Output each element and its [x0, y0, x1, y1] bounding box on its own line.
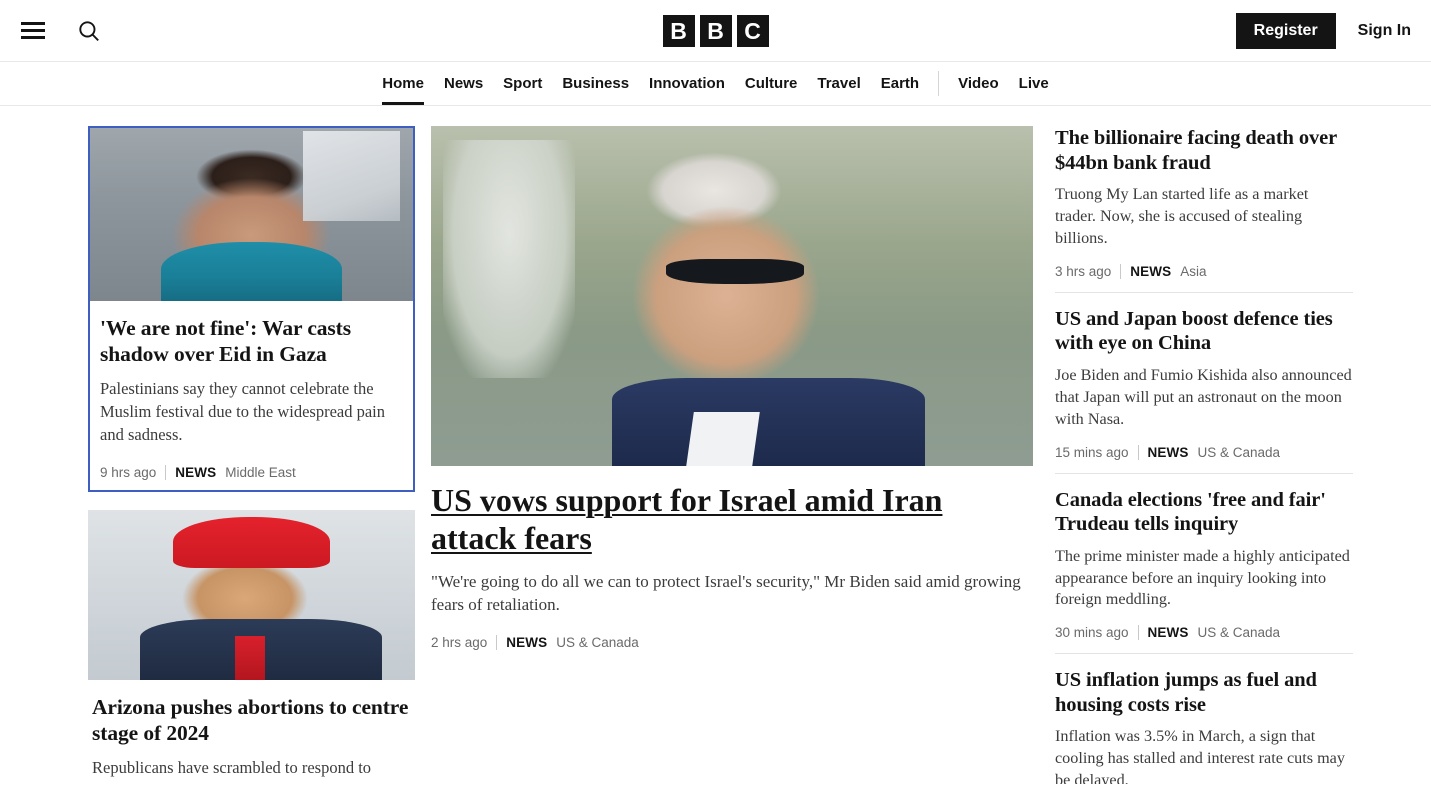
sunglasses-shape: [665, 258, 805, 285]
gaza-card-body: 'We are not fine': War casts shadow over…: [90, 301, 413, 490]
main-story-headline[interactable]: US vows support for Israel amid Iran att…: [431, 482, 1033, 558]
arizona-summary: Republicans have scrambled to respond to…: [92, 758, 396, 784]
shirt-collar-shape: [686, 411, 760, 466]
gaza-brand-label: NEWS: [175, 464, 217, 480]
nav-item-culture[interactable]: Culture: [735, 62, 808, 105]
hamburger-menu-icon[interactable]: [18, 16, 48, 46]
us-japan-metadata: 15 mins ago NEWS US & Canada: [1055, 444, 1353, 460]
billionaire-headline[interactable]: The billionaire facing death over $44bn …: [1055, 126, 1353, 175]
left-story-column: 'We are not fine': War casts shadow over…: [88, 126, 415, 784]
gaza-headline[interactable]: 'We are not fine': War casts shadow over…: [100, 315, 403, 367]
meta-separator: [165, 464, 167, 480]
hamburger-bars: [21, 22, 45, 39]
canada-headline[interactable]: Canada elections 'free and fair' Trudeau…: [1055, 488, 1353, 537]
us-japan-headline[interactable]: US and Japan boost defence ties with eye…: [1055, 307, 1353, 356]
right-story-column: The billionaire facing death over $44bn …: [1049, 126, 1353, 784]
nav-item-home[interactable]: Home: [372, 62, 434, 105]
main-story-brand-label: NEWS: [506, 635, 548, 651]
nav-item-sport[interactable]: Sport: [493, 62, 552, 105]
biden-photo[interactable]: [431, 126, 1033, 466]
canada-section-label: US & Canada: [1197, 625, 1281, 641]
billionaire-timestamp: 3 hrs ago: [1055, 263, 1112, 279]
gaza-photo[interactable]: [90, 128, 413, 301]
nav-divider: [938, 71, 940, 96]
story-item-canada-elections[interactable]: Canada elections 'free and fair' Trudeau…: [1055, 488, 1353, 655]
billionaire-metadata: 3 hrs ago NEWS Asia: [1055, 263, 1353, 279]
gaza-metadata: 9 hrs ago NEWS Middle East: [100, 464, 403, 480]
main-story-timestamp: 2 hrs ago: [431, 635, 488, 651]
meta-separator: [1137, 444, 1139, 460]
bbc-logo[interactable]: B B C: [662, 14, 769, 47]
story-card-arizona[interactable]: Arizona pushes abortions to centre stage…: [88, 509, 415, 784]
primary-navigation: Home News Sport Business Innovation Cult…: [0, 62, 1431, 106]
main-story-summary: "We're going to do all we can to protect…: [431, 571, 1021, 615]
search-icon[interactable]: [74, 16, 104, 46]
nav-item-news[interactable]: News: [434, 62, 493, 105]
main-story-column: US vows support for Israel amid Iran att…: [431, 126, 1033, 784]
nav-item-travel[interactable]: Travel: [807, 62, 870, 105]
masthead: B B C Register Sign In: [0, 0, 1431, 62]
main-story-section-label: US & Canada: [556, 635, 639, 651]
us-japan-section-label: US & Canada: [1197, 444, 1281, 460]
gaza-section-label: Middle East: [225, 464, 296, 480]
story-card-gaza[interactable]: 'We are not fine': War casts shadow over…: [88, 126, 415, 492]
inflation-headline[interactable]: US inflation jumps as fuel and housing c…: [1055, 668, 1353, 717]
nav-item-innovation[interactable]: Innovation: [639, 62, 735, 105]
main-story-metadata: 2 hrs ago NEWS US & Canada: [431, 635, 1033, 651]
canada-summary: The prime minister made a highly anticip…: [1055, 546, 1350, 609]
nav-items: Home News Sport Business Innovation Cult…: [372, 62, 1058, 105]
meta-separator: [496, 635, 498, 651]
nav-item-video[interactable]: Video: [948, 62, 1009, 105]
canada-timestamp: 30 mins ago: [1055, 625, 1129, 641]
masthead-left-controls: [0, 16, 104, 46]
gaza-summary: Palestinians say they cannot celebrate t…: [100, 379, 386, 444]
gaza-timestamp: 9 hrs ago: [100, 464, 157, 480]
meta-separator: [1137, 625, 1139, 641]
nav-item-earth[interactable]: Earth: [871, 62, 929, 105]
nav-item-business[interactable]: Business: [552, 62, 639, 105]
logo-block-1: B: [662, 14, 695, 47]
inflation-summary: Inflation was 3.5% in March, a sign that…: [1055, 727, 1345, 784]
us-japan-brand-label: NEWS: [1147, 444, 1189, 460]
logo-block-3: C: [736, 14, 769, 47]
register-button[interactable]: Register: [1235, 12, 1336, 49]
nav-item-live[interactable]: Live: [1009, 62, 1059, 105]
story-item-billionaire[interactable]: The billionaire facing death over $44bn …: [1055, 126, 1353, 293]
canada-metadata: 30 mins ago NEWS US & Canada: [1055, 625, 1353, 641]
story-item-us-inflation[interactable]: US inflation jumps as fuel and housing c…: [1055, 668, 1353, 784]
meta-separator: [1120, 263, 1122, 279]
billionaire-summary: Truong My Lan started life as a market t…: [1055, 185, 1309, 247]
sign-in-button[interactable]: Sign In: [1358, 22, 1411, 40]
billionaire-section-label: Asia: [1180, 263, 1207, 279]
masthead-account-controls: Register Sign In: [1235, 12, 1411, 49]
red-tie-shape: [235, 635, 265, 680]
arizona-headline[interactable]: Arizona pushes abortions to centre stage…: [92, 694, 411, 746]
trump-photo[interactable]: [88, 509, 415, 680]
us-japan-summary: Joe Biden and Fumio Kishida also announc…: [1055, 365, 1352, 428]
arizona-card-body: Arizona pushes abortions to centre stage…: [88, 680, 415, 784]
search-glyph: [79, 20, 99, 41]
billionaire-brand-label: NEWS: [1130, 263, 1172, 279]
story-item-us-japan[interactable]: US and Japan boost defence ties with eye…: [1055, 307, 1353, 474]
canada-brand-label: NEWS: [1147, 625, 1189, 641]
homepage-grid: 'We are not fine': War casts shadow over…: [0, 106, 1431, 784]
us-japan-timestamp: 15 mins ago: [1055, 444, 1129, 460]
logo-block-2: B: [699, 14, 732, 47]
